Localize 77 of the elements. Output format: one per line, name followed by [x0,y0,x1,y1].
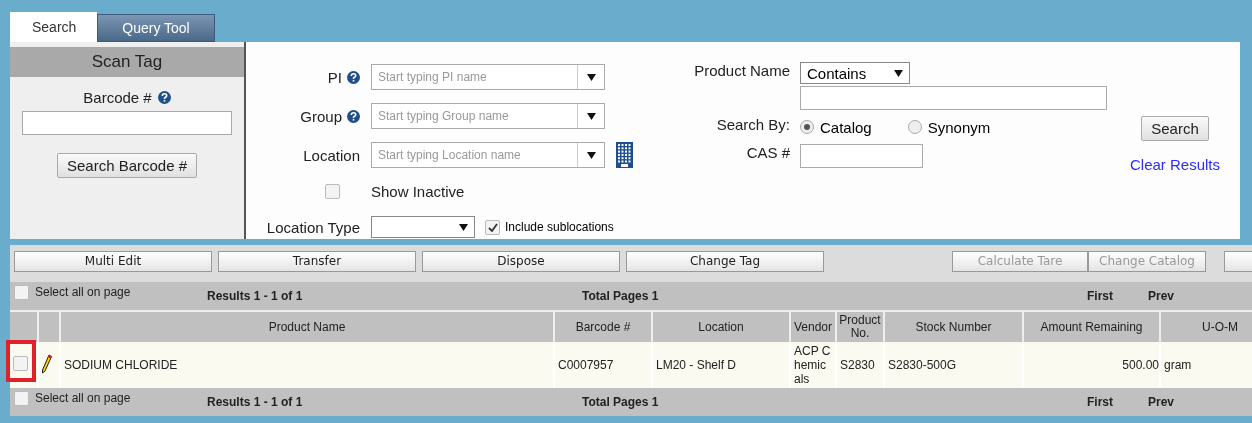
field-label: Location [303,146,360,164]
first-link[interactable]: First [1087,395,1113,409]
caret-icon [459,223,468,231]
select-all-label: Select all on page [35,391,131,405]
table-cell: gram [1164,358,1192,372]
combo-input[interactable]: Start typing PI name [372,70,577,84]
toolbar-button[interactable]: Transfer [218,250,416,272]
first-link[interactable]: First [1087,289,1113,303]
column-header: Product Name [60,311,554,342]
include-sublocations-label: Include sublocations [505,220,614,234]
column-header: Product No. [836,311,884,342]
caret-icon [586,112,596,120]
panel-title: Scan Tag [10,47,244,77]
table-cell: SODIUM CHLORIDE [64,358,178,372]
field-label: Location Type [266,218,360,236]
pencil-icon[interactable] [42,353,52,374]
field-label: CAS # [745,144,790,163]
toolbar-button[interactable] [1224,250,1252,272]
table-cell: C0007957 [558,358,614,372]
table-cell: ACP Chemicals [794,344,831,386]
show-inactive-label: Show Inactive [371,182,466,200]
prev-link[interactable]: Prev [1148,289,1175,303]
checkbox[interactable] [485,219,500,235]
table-cell: LM20 - Shelf D [656,358,737,372]
tab[interactable]: Search [10,12,97,42]
column-header: U-O-M [1160,311,1252,342]
combo-input[interactable]: Start typing Group name [372,109,577,123]
caret-icon [894,69,903,77]
checkbox[interactable] [325,183,340,199]
mode-select[interactable]: Contains [800,62,910,84]
search-barcode-button[interactable]: Search Barcode # [56,153,198,178]
toolbar-button[interactable]: Multi Edit [14,250,212,272]
building-icon[interactable] [616,142,633,168]
field-label: Group [300,107,342,125]
column-header: Amount Remaining [1023,311,1160,342]
combo-field[interactable]: Start typing PI name [371,64,605,90]
toolbar-button[interactable]: Change Tag [626,250,824,272]
radio-option[interactable]: Synonym [907,118,991,136]
checkbox[interactable] [14,284,29,300]
tab[interactable]: Query Tool [97,14,215,42]
select-all-label: Select all on page [35,285,131,299]
radio-option[interactable]: Catalog [800,118,872,136]
column-header: Vendor [790,311,836,342]
check-icon [487,222,498,232]
help-icon[interactable] [347,109,360,123]
column-header: Location [652,311,790,342]
checkbox[interactable] [14,390,29,406]
combo-field[interactable]: Start typing Group name [371,103,605,129]
help-icon[interactable] [347,70,360,84]
table-cell: 500.00 [1122,358,1159,372]
table-cell: S2830 [840,358,875,372]
location-type-select[interactable] [371,216,475,238]
search-button[interactable]: Search [1141,116,1209,141]
barcode-input[interactable] [22,111,232,135]
results-count: Results 1 - 1 of 1 [207,289,303,303]
prev-link[interactable]: Prev [1148,395,1175,409]
results-count: Results 1 - 1 of 1 [207,395,303,409]
field-label: Search By: [715,116,790,135]
field-label: Product Name [693,62,790,81]
total-pages: Total Pages 1 [582,289,659,303]
total-pages: Total Pages 1 [582,395,659,409]
caret-icon [586,73,596,81]
clear-results-link[interactable]: Clear Results [1130,156,1220,173]
row-checkbox[interactable] [13,356,28,371]
field-label: PI [327,68,342,86]
help-icon[interactable] [157,91,171,104]
cas-input[interactable] [800,144,923,168]
column-header: Stock Number [884,311,1023,342]
combo-field[interactable]: Start typing Location name [371,142,605,168]
toolbar-button[interactable]: Dispose [422,250,620,272]
barcode-label: Barcode # [83,89,152,106]
column-header: Barcode # [554,311,652,342]
combo-input[interactable]: Start typing Location name [372,148,577,162]
product-name-input[interactable] [800,86,1107,110]
caret-icon [586,151,596,159]
table-cell: S2830-500G [888,358,957,372]
highlight-frame [6,340,36,382]
